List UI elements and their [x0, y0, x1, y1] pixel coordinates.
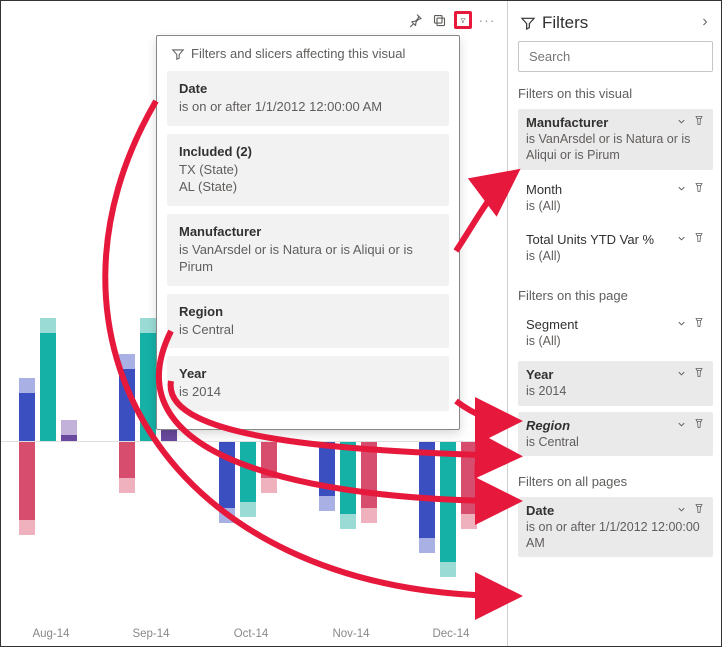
- clear-filter-icon[interactable]: [693, 182, 705, 197]
- filters-affecting-visual-popup: Filters and slicers affecting this visua…: [156, 35, 460, 430]
- clear-filter-icon[interactable]: [693, 232, 705, 247]
- search-input[interactable]: [527, 48, 677, 65]
- clear-filter-icon[interactable]: [693, 317, 705, 332]
- filter-card-name: Total Units YTD Var %: [526, 232, 654, 247]
- filter-card-manufacturer[interactable]: Manufacturer is VanArsdel or is Natura o…: [518, 109, 713, 170]
- filter-card-desc: is VanArsdel or is Natura or is Aliqui o…: [526, 131, 705, 164]
- visual-toolbar: ···: [404, 9, 498, 31]
- filter-card-name: Segment: [526, 317, 578, 332]
- clear-filter-icon[interactable]: [693, 367, 705, 382]
- filters-pane-header: Filters: [518, 9, 713, 41]
- popup-body: Date is on or after 1/1/2012 12:00:00 AM…: [157, 71, 459, 429]
- chevron-down-icon[interactable]: [676, 317, 687, 332]
- filter-card-desc: is Central: [526, 434, 705, 450]
- popup-title: Filters and slicers affecting this visua…: [191, 46, 405, 61]
- more-options-icon[interactable]: ···: [478, 11, 496, 29]
- x-tick: Dec-14: [401, 628, 501, 640]
- filter-card-name: Year: [526, 367, 553, 382]
- popup-header: Filters and slicers affecting this visua…: [157, 36, 459, 71]
- filter-card-date[interactable]: Date is on or after 1/1/2012 12:00:00 AM: [518, 497, 713, 558]
- clear-filter-icon[interactable]: [693, 418, 705, 433]
- filter-card-desc: is on or after 1/1/2012 12:00:00 AM: [526, 519, 705, 552]
- clear-filter-icon[interactable]: [693, 503, 705, 518]
- section-label-page: Filters on this page: [518, 288, 713, 303]
- copy-icon[interactable]: [430, 11, 448, 29]
- popup-card-included: Included (2) TX (State) AL (State): [167, 134, 449, 206]
- popup-card-desc: is 2014: [179, 383, 437, 401]
- popup-card-desc: is Central: [179, 321, 437, 339]
- section-label-visual: Filters on this visual: [518, 86, 713, 101]
- popup-card-title: Region: [179, 304, 437, 319]
- popup-card-title: Included (2): [179, 144, 437, 159]
- filter-icon[interactable]: [454, 11, 472, 29]
- chevron-down-icon[interactable]: [676, 182, 687, 197]
- popup-card-year: Year is 2014: [167, 356, 449, 411]
- filter-card-desc: is (All): [526, 248, 705, 264]
- popup-card-desc: is VanArsdel or is Natura or is Aliqui o…: [179, 241, 437, 276]
- popup-card-date: Date is on or after 1/1/2012 12:00:00 AM: [167, 71, 449, 126]
- filter-card-region[interactable]: Region is Central: [518, 412, 713, 456]
- filter-card-name: Date: [526, 503, 554, 518]
- chevron-down-icon[interactable]: [676, 367, 687, 382]
- chevron-down-icon[interactable]: [676, 418, 687, 433]
- popup-card-manufacturer: Manufacturer is VanArsdel or is Natura o…: [167, 214, 449, 286]
- clear-filter-icon[interactable]: [693, 115, 705, 130]
- filter-card-name: Manufacturer: [526, 115, 608, 130]
- pin-icon[interactable]: [406, 11, 424, 29]
- filter-card-month[interactable]: Month is (All): [518, 176, 713, 220]
- x-tick: Oct-14: [201, 628, 301, 640]
- popup-card-desc: is on or after 1/1/2012 12:00:00 AM: [179, 98, 437, 116]
- x-axis-labels: Aug-14 Sep-14 Oct-14 Nov-14 Dec-14: [1, 628, 501, 640]
- popup-card-title: Year: [179, 366, 437, 381]
- chevron-down-icon[interactable]: [676, 115, 687, 130]
- filter-card-desc: is (All): [526, 333, 705, 349]
- filter-card-desc: is 2014: [526, 383, 705, 399]
- chevron-down-icon[interactable]: [676, 503, 687, 518]
- popup-card-title: Manufacturer: [179, 224, 437, 239]
- filter-card-year[interactable]: Year is 2014: [518, 361, 713, 405]
- chevron-down-icon[interactable]: [676, 232, 687, 247]
- x-tick: Aug-14: [1, 628, 101, 640]
- filters-pane-title: Filters: [542, 13, 588, 33]
- x-tick: Sep-14: [101, 628, 201, 640]
- popup-card-region: Region is Central: [167, 294, 449, 349]
- section-label-all: Filters on all pages: [518, 474, 713, 489]
- filter-card-segment[interactable]: Segment is (All): [518, 311, 713, 355]
- popup-card-title: Date: [179, 81, 437, 96]
- filter-card-name: Region: [526, 418, 570, 433]
- filter-card-desc: is (All): [526, 198, 705, 214]
- filters-search-box[interactable]: [518, 41, 713, 72]
- filter-card-name: Month: [526, 182, 562, 197]
- filter-card-total-units[interactable]: Total Units YTD Var % is (All): [518, 226, 713, 270]
- filters-pane: Filters Filters on this visual Manufactu…: [507, 1, 721, 646]
- x-tick: Nov-14: [301, 628, 401, 640]
- collapse-pane-icon[interactable]: [699, 16, 711, 31]
- popup-card-desc: TX (State) AL (State): [179, 161, 437, 196]
